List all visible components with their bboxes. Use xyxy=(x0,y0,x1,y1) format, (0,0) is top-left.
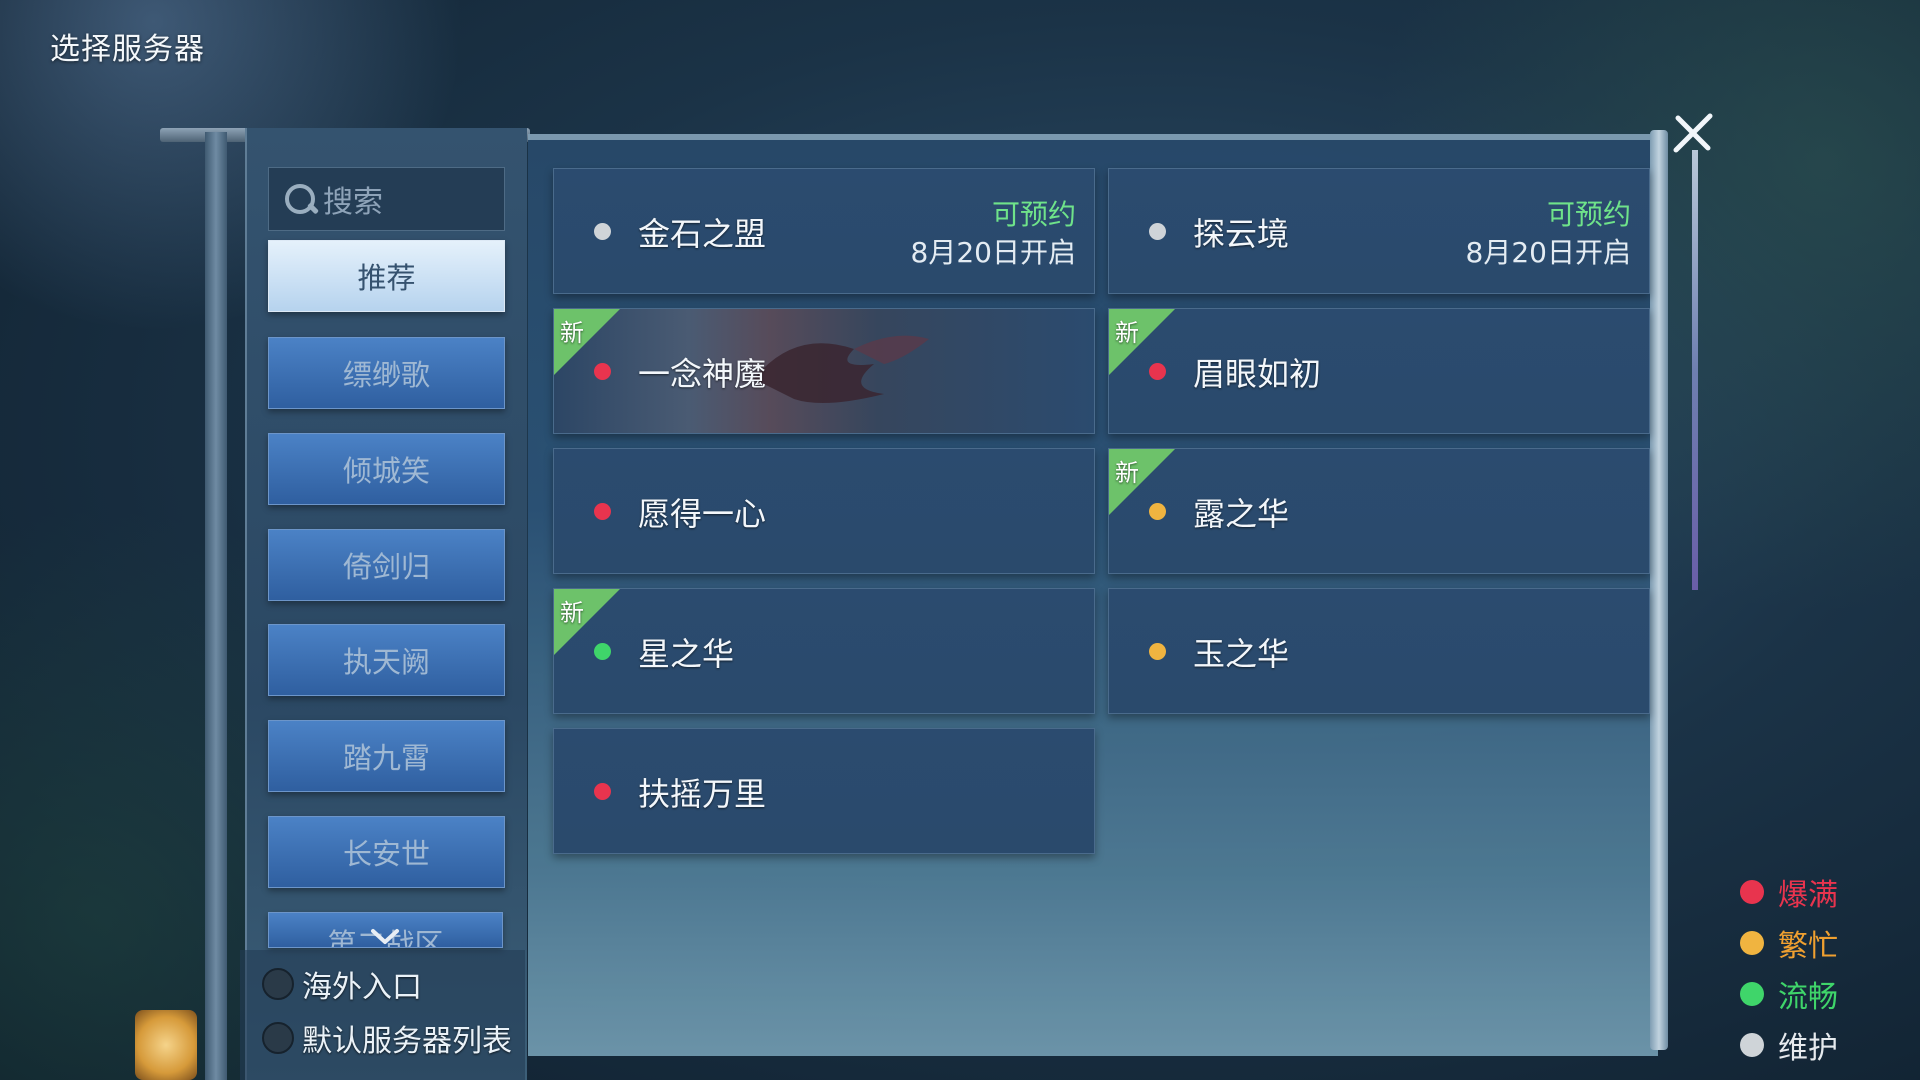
overseas-entry-option[interactable]: 海外入口 xyxy=(262,962,422,1006)
sidebar-item-label: 倚剑归 xyxy=(342,550,430,584)
open-date: 8月20日开启 xyxy=(1465,236,1631,269)
new-badge-label: 新 xyxy=(1115,319,1139,347)
server-name: 露之华 xyxy=(1193,495,1290,533)
legend-label: 繁忙 xyxy=(1778,929,1838,964)
legend-dot xyxy=(1740,931,1764,955)
legend-dot xyxy=(1740,1033,1764,1057)
sidebar-item-label: 倾城笑 xyxy=(342,454,430,488)
radio-icon xyxy=(262,1022,294,1054)
option-label: 海外入口 xyxy=(302,970,422,1005)
scroll-left-decoration xyxy=(205,132,227,1080)
search-input[interactable]: 搜索 xyxy=(268,167,505,231)
sidebar-item-piaomiaoge[interactable]: 缥缈歌 xyxy=(268,337,505,409)
status-dot-smooth xyxy=(594,643,611,660)
legend-item-full: 爆满 xyxy=(1740,870,1838,914)
lantern-decoration xyxy=(135,1010,197,1080)
server-name: 星之华 xyxy=(638,635,735,673)
status-dot-maintenance xyxy=(1149,223,1166,240)
legend-dot xyxy=(1740,982,1764,1006)
sidebar-item-label: 推荐 xyxy=(357,261,416,295)
open-date: 8月20日开启 xyxy=(910,236,1076,269)
server-card[interactable]: 新 眉眼如初 xyxy=(1108,308,1650,434)
server-name: 愿得一心 xyxy=(638,495,767,533)
legend-label: 爆满 xyxy=(1778,878,1838,913)
option-label: 默认服务器列表 xyxy=(302,1024,512,1059)
server-card[interactable]: 新 一念神魔 xyxy=(553,308,1095,434)
server-card[interactable]: 新 露之华 xyxy=(1108,448,1650,574)
server-card[interactable]: 金石之盟 可预约 8月20日开启 xyxy=(553,168,1095,294)
status-dot-full xyxy=(1149,363,1166,380)
default-server-list-option[interactable]: 默认服务器列表 xyxy=(262,1016,512,1060)
sidebar-item-label: 长安世 xyxy=(342,837,430,871)
new-badge-label: 新 xyxy=(560,319,584,347)
server-name: 玉之华 xyxy=(1193,635,1290,673)
status-dot-busy xyxy=(1149,643,1166,660)
status-dot-full xyxy=(594,503,611,520)
sidebar-item-zhitianque[interactable]: 执天阙 xyxy=(268,624,505,696)
legend-item-smooth: 流畅 xyxy=(1740,972,1838,1016)
status-dot-busy xyxy=(1149,503,1166,520)
server-name: 探云境 xyxy=(1193,215,1290,253)
reservation-label: 可预约 xyxy=(991,198,1076,231)
legend-dot xyxy=(1740,880,1764,904)
scroll-right-decoration xyxy=(1650,130,1668,1050)
reservation-label: 可预约 xyxy=(1546,198,1631,231)
server-card[interactable]: 愿得一心 xyxy=(553,448,1095,574)
sidebar-item-label: 执天阙 xyxy=(342,645,430,679)
legend-item-maintenance: 维护 xyxy=(1740,1023,1838,1067)
sidebar-item-label: 缥缈歌 xyxy=(342,358,430,392)
sidebar-item-qingchengxiao[interactable]: 倾城笑 xyxy=(268,433,505,505)
legend-label: 维护 xyxy=(1778,1031,1838,1066)
search-icon xyxy=(283,182,320,216)
sidebar-item-recommend[interactable]: 推荐 xyxy=(268,240,505,312)
server-card[interactable]: 扶摇万里 xyxy=(553,728,1095,854)
legend-item-busy: 繁忙 xyxy=(1740,921,1838,965)
status-dot-full xyxy=(594,363,611,380)
server-name: 一念神魔 xyxy=(638,355,767,393)
server-name: 眉眼如初 xyxy=(1193,355,1322,393)
server-card[interactable]: 新 星之华 xyxy=(553,588,1095,714)
radio-icon xyxy=(262,968,294,1000)
status-dot-full xyxy=(594,783,611,800)
server-name: 金石之盟 xyxy=(638,215,767,253)
sidebar-item-yijiangui[interactable]: 倚剑归 xyxy=(268,529,505,601)
sidebar-item-changanshi[interactable]: 长安世 xyxy=(268,816,505,888)
new-badge-label: 新 xyxy=(1115,459,1139,487)
server-name: 扶摇万里 xyxy=(638,775,767,813)
server-card[interactable]: 探云境 可预约 8月20日开启 xyxy=(1108,168,1650,294)
page-title: 选择服务器 xyxy=(50,32,205,67)
status-dot-maintenance xyxy=(594,223,611,240)
close-icon[interactable] xyxy=(1668,108,1718,158)
pendant-decoration xyxy=(1692,150,1698,590)
search-placeholder: 搜索 xyxy=(323,185,383,220)
server-card[interactable]: 玉之华 xyxy=(1108,588,1650,714)
sidebar-item-tajiuxiao[interactable]: 踏九霄 xyxy=(268,720,505,792)
new-badge-label: 新 xyxy=(560,599,584,627)
chevron-down-icon[interactable] xyxy=(370,928,400,946)
sidebar-item-label: 踏九霄 xyxy=(342,741,430,775)
legend-label: 流畅 xyxy=(1778,980,1838,1015)
